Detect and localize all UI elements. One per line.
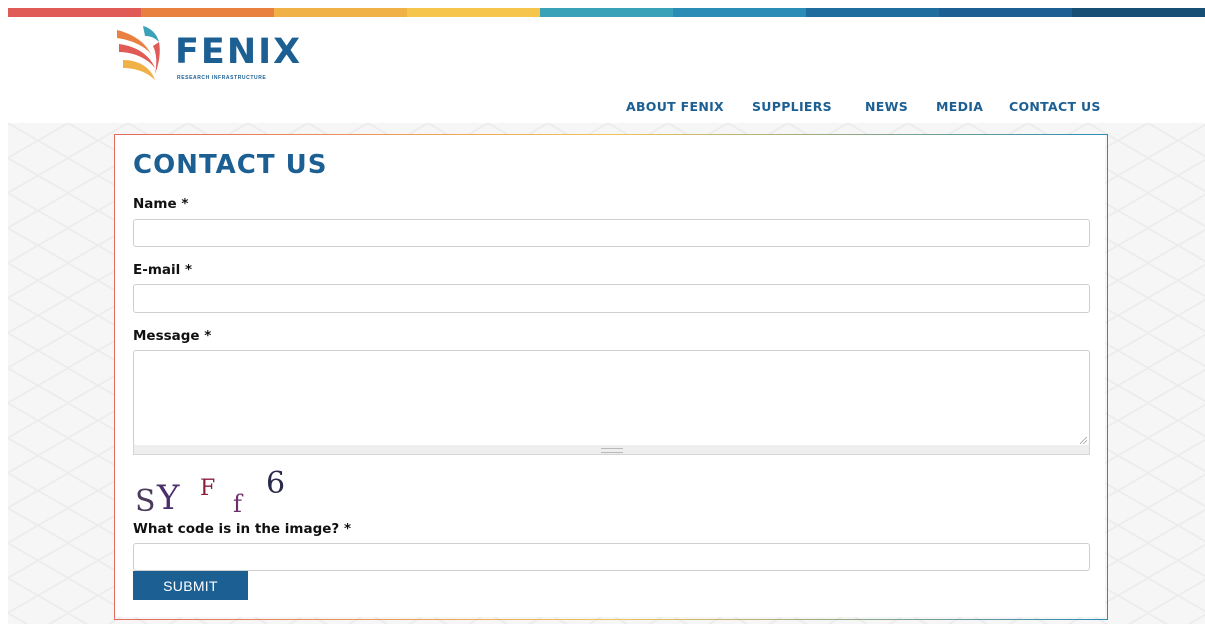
textarea-resize-grip[interactable] — [133, 445, 1090, 455]
name-field[interactable] — [133, 219, 1090, 247]
name-label: Name * — [133, 196, 189, 212]
grip-handle-icon — [601, 448, 623, 453]
captcha-char: 6 — [266, 466, 286, 501]
email-field[interactable] — [133, 284, 1090, 313]
logo-wordmark: FENIX — [175, 32, 303, 72]
nav-item-media[interactable]: MEDIA — [936, 99, 983, 114]
nav-item-about-fenix[interactable]: ABOUT FENIX — [626, 99, 724, 114]
nav-item-news[interactable]: NEWS — [865, 99, 908, 114]
logo-tagline: RESEARCH INFRASTRUCTURE — [177, 75, 267, 81]
captcha-char: S — [135, 484, 156, 519]
captcha-char: Y — [157, 478, 180, 518]
message-label: Message * — [133, 328, 212, 344]
nav-item-contact-us[interactable]: CONTACT US — [1009, 99, 1101, 114]
nav-item-suppliers[interactable]: SUPPLIERS — [752, 99, 832, 114]
main-nav: ABOUT FENIX SUPPLIERS NEWS MEDIA CONTACT… — [0, 99, 1205, 119]
site-logo[interactable]: FENIX RESEARCH INFRASTRUCTURE — [115, 24, 315, 84]
message-field[interactable] — [133, 350, 1090, 446]
top-color-bar — [8, 8, 1205, 17]
captcha-field[interactable] — [133, 543, 1090, 571]
captcha-image: S Y F f 6 — [135, 466, 295, 519]
captcha-char: f — [233, 490, 242, 518]
phoenix-logo-icon — [117, 26, 160, 80]
email-label: E-mail * — [133, 262, 193, 278]
captcha-label: What code is in the image? * — [133, 521, 351, 537]
resize-corner-icon[interactable] — [1080, 437, 1087, 444]
page-title: CONTACT US — [133, 150, 328, 180]
captcha-char: F — [200, 476, 216, 501]
submit-button[interactable]: SUBMIT — [133, 571, 248, 600]
